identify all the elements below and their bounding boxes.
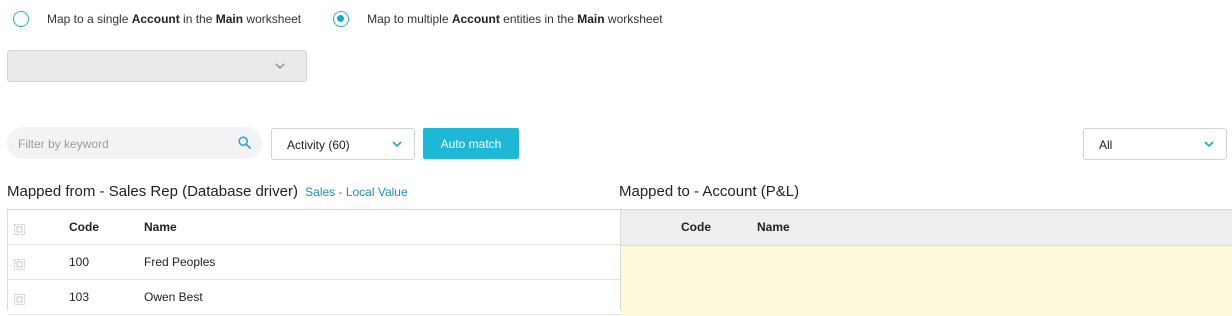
radio-multiple-accounts-circle[interactable]: [333, 11, 350, 27]
radio-single-account[interactable]: Map to a single Account in the Main work…: [13, 11, 301, 27]
radio-single-account-label[interactable]: Map to a single Account in the Main work…: [47, 12, 301, 26]
row-select-icon[interactable]: [14, 292, 25, 310]
source-grid: Code Name 100 Fred Peoples 103 Owen Best: [7, 209, 621, 315]
radio-single-account-circle[interactable]: [13, 11, 29, 27]
auto-match-button[interactable]: Auto match: [423, 128, 519, 159]
search-icon[interactable]: [238, 136, 251, 154]
column-header-name[interactable]: Name: [757, 220, 790, 234]
right-panel-title: Mapped to - Account (P&L): [619, 183, 800, 200]
source-grid-header: Code Name: [8, 210, 621, 245]
search-box: [7, 127, 262, 161]
column-header-code[interactable]: Code: [681, 220, 711, 234]
left-panel-title: Mapped from - Sales Rep (Database driver…: [7, 183, 408, 200]
right-filter-dropdown[interactable]: All: [1083, 128, 1227, 160]
chevron-down-icon: [274, 59, 286, 77]
table-row[interactable]: 103 Owen Best: [8, 280, 621, 315]
select-all-icon[interactable]: [14, 222, 25, 240]
row-name: Owen Best: [144, 290, 203, 304]
row-name: Fred Peoples: [144, 255, 216, 269]
left-panel-subtitle-link[interactable]: Sales - Local Value: [305, 185, 408, 199]
activity-filter-label: Activity (60): [287, 138, 350, 152]
row-code: 100: [69, 255, 90, 269]
target-grid: Code Name: [620, 209, 1232, 316]
target-grid-header: Code Name: [621, 210, 1232, 246]
right-filter-label: All: [1099, 138, 1113, 152]
activity-filter-dropdown[interactable]: Activity (60): [271, 128, 415, 160]
left-panel-heading: Mapped from - Sales Rep (Database driver…: [7, 183, 298, 200]
radio-multiple-accounts-label[interactable]: Map to multiple Account entities in the …: [367, 12, 662, 26]
chevron-down-icon: [1203, 138, 1215, 153]
column-header-name[interactable]: Name: [144, 220, 177, 234]
row-code: 103: [69, 290, 90, 304]
radio-multiple-accounts[interactable]: Map to multiple Account entities in the …: [333, 11, 663, 27]
table-row[interactable]: 100 Fred Peoples: [8, 245, 621, 280]
target-grid-body[interactable]: [621, 246, 1232, 316]
entity-select: [7, 50, 307, 82]
row-select-icon[interactable]: [14, 257, 25, 275]
mapping-mode-group: Map to a single Account in the Main work…: [13, 9, 663, 29]
chevron-down-icon: [391, 138, 403, 153]
column-header-code[interactable]: Code: [69, 220, 99, 234]
search-input[interactable]: [16, 127, 230, 161]
